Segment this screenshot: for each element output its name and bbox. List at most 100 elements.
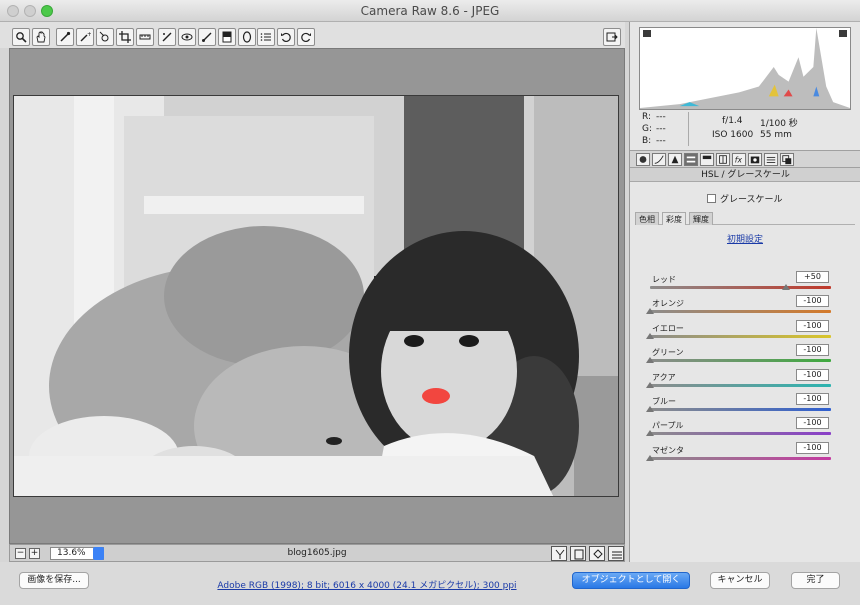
slider-label: パープル xyxy=(652,421,684,431)
adjustment-brush-icon[interactable] xyxy=(198,28,216,46)
tone-curve-tab-icon[interactable] xyxy=(652,153,666,166)
tool-bar: + xyxy=(0,22,625,48)
slider-track[interactable] xyxy=(650,310,831,314)
info-divider xyxy=(688,112,689,146)
fullscreen-icon[interactable] xyxy=(603,28,621,46)
grayscale-checkbox[interactable] xyxy=(707,194,716,203)
slider-knob[interactable] xyxy=(646,357,654,364)
slider-label: イエロー xyxy=(652,323,684,333)
snapshots-tab-icon[interactable] xyxy=(780,153,794,166)
zoom-icon[interactable] xyxy=(12,28,30,46)
slider-value-field[interactable]: -100 xyxy=(796,344,829,357)
dialog-footer: 画像を保存... Adobe RGB (1998); 8 bit; 6016 x… xyxy=(0,562,860,605)
slider-track[interactable] xyxy=(650,432,831,436)
straighten-icon[interactable] xyxy=(136,28,154,46)
slider-label: マゼンタ xyxy=(652,445,684,455)
white-balance-icon[interactable] xyxy=(56,28,74,46)
slider-value-field[interactable]: -100 xyxy=(796,417,829,430)
crop-icon[interactable] xyxy=(116,28,134,46)
done-button[interactable]: 完了 xyxy=(791,572,840,589)
highlight-clip-icon[interactable] xyxy=(839,30,847,37)
spot-removal-icon[interactable] xyxy=(158,28,176,46)
red-eye-icon[interactable] xyxy=(178,28,196,46)
r-label: R: xyxy=(642,112,652,122)
iso-value: ISO 1600 xyxy=(712,130,754,140)
radial-filter-icon[interactable] xyxy=(238,28,256,46)
slider-track[interactable] xyxy=(650,408,831,411)
b-label: B: xyxy=(642,136,652,146)
grayscale-checkbox-row[interactable]: グレースケール xyxy=(707,192,783,205)
slider-knob[interactable] xyxy=(781,284,790,290)
basic-tab-icon[interactable] xyxy=(636,153,650,166)
r-value: --- xyxy=(656,112,666,122)
detail-tab-icon[interactable] xyxy=(668,153,682,166)
slider-value-field[interactable]: -100 xyxy=(796,319,829,332)
slider-knob[interactable] xyxy=(646,308,654,315)
target-adjust-icon[interactable] xyxy=(96,28,114,46)
focal-length-value: 55 mm xyxy=(760,130,792,140)
tab-luminance[interactable]: 輝度 xyxy=(689,212,713,225)
slider-knob[interactable] xyxy=(646,381,654,388)
filename-label: blog1605.jpg xyxy=(287,548,347,558)
preview-photo[interactable] xyxy=(13,95,619,497)
lens-tab-icon[interactable] xyxy=(716,153,730,166)
svg-text:+: + xyxy=(87,31,91,38)
slider-label: グリーン xyxy=(652,348,684,358)
grayscale-label: グレースケール xyxy=(720,195,783,205)
camera-calibration-tab-icon[interactable] xyxy=(748,153,762,166)
list-icon[interactable] xyxy=(257,28,275,46)
slider-label: オレンジ xyxy=(652,299,684,309)
workflow-options-link[interactable]: Adobe RGB (1998); 8 bit; 6016 x 4000 (24… xyxy=(200,578,534,591)
hsl-subtabs: 色相 彩度 輝度 xyxy=(635,212,855,225)
cancel-button[interactable]: キャンセル xyxy=(710,572,770,589)
rotate-cw-icon[interactable] xyxy=(297,28,315,46)
shutter-value: 1/100 秒 xyxy=(760,119,798,129)
slider-value-field[interactable]: -100 xyxy=(796,393,829,405)
open-object-button[interactable]: オブジェクトとして開く xyxy=(572,572,690,589)
window-title: Camera Raw 8.6 - JPEG xyxy=(360,4,500,18)
window-titlebar: Camera Raw 8.6 - JPEG xyxy=(0,0,860,22)
slider-label: ブルー xyxy=(652,397,676,406)
slider-track[interactable] xyxy=(650,383,831,387)
color-sampler-icon[interactable]: + xyxy=(76,28,94,46)
tab-saturation[interactable]: 彩度 xyxy=(662,212,686,225)
slider-knob[interactable] xyxy=(646,430,654,437)
before-after-icon[interactable] xyxy=(570,546,586,561)
adjustment-panel: R: --- G: --- B: --- f/1.4 1/100 秒 ISO 1… xyxy=(629,22,860,562)
slider-value-field[interactable]: -100 xyxy=(796,441,829,454)
slider-row[interactable]: マゼンタ -100 xyxy=(642,441,852,471)
svg-text:fx: fx xyxy=(735,155,743,164)
fx-tab-icon[interactable]: fx xyxy=(732,153,746,166)
rotate-ccw-icon[interactable] xyxy=(277,28,295,46)
slider-track[interactable] xyxy=(650,359,831,363)
presets-tab-icon[interactable] xyxy=(764,153,778,166)
slider-value-field[interactable]: -100 xyxy=(796,295,829,308)
shadow-clip-icon[interactable] xyxy=(643,30,651,37)
save-image-button[interactable]: 画像を保存... xyxy=(19,572,89,589)
hsl-tab-icon[interactable] xyxy=(684,153,698,166)
swap-settings-icon[interactable] xyxy=(589,546,605,561)
slider-knob[interactable] xyxy=(646,332,654,339)
slider-value-field[interactable]: -100 xyxy=(796,368,829,381)
slider-track[interactable] xyxy=(650,334,831,338)
panel-tabs: fx xyxy=(630,150,860,168)
split-toning-tab-icon[interactable] xyxy=(700,153,714,166)
view-y-icon[interactable] xyxy=(551,546,567,561)
histogram xyxy=(639,27,851,110)
hand-icon[interactable] xyxy=(32,28,50,46)
image-info: R: --- G: --- B: --- f/1.4 1/100 秒 ISO 1… xyxy=(640,110,850,148)
b-value: --- xyxy=(656,136,666,146)
g-value: --- xyxy=(656,124,666,134)
preview-status-bar: − + 13.6% blog1605.jpg xyxy=(9,544,625,562)
slider-label: レッド xyxy=(652,275,676,284)
preview-settings-icon[interactable] xyxy=(608,546,624,561)
slider-track[interactable] xyxy=(650,286,831,289)
graduated-filter-icon[interactable] xyxy=(218,28,236,46)
slider-track[interactable] xyxy=(650,456,831,460)
slider-knob[interactable] xyxy=(646,406,654,412)
slider-value-field[interactable]: +50 xyxy=(796,271,829,283)
slider-label: アクア xyxy=(652,372,676,382)
defaults-link[interactable]: 初期設定 xyxy=(630,232,860,245)
tab-hue[interactable]: 色相 xyxy=(635,212,659,225)
slider-knob[interactable] xyxy=(646,454,654,461)
